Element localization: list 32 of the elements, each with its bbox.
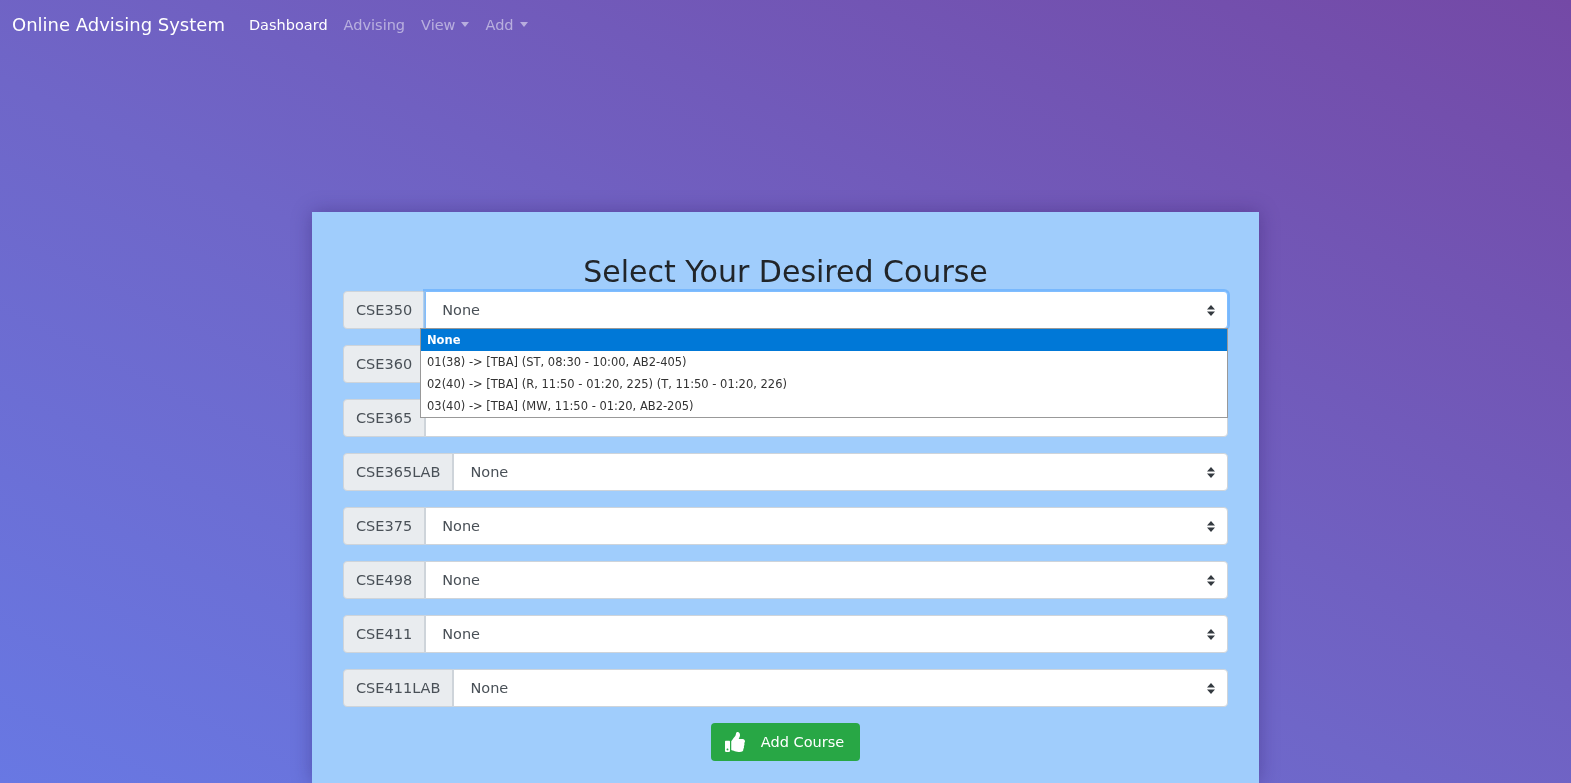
select-arrows-icon bbox=[1207, 520, 1215, 532]
select-arrows-icon bbox=[1207, 304, 1215, 316]
course-select[interactable]: None bbox=[453, 669, 1228, 707]
select-value: None bbox=[470, 680, 509, 696]
select-value: None bbox=[442, 302, 480, 318]
caret-icon bbox=[461, 22, 470, 27]
course-code: CSE350 bbox=[343, 291, 426, 329]
course-select[interactable]: None bbox=[425, 291, 1228, 329]
select-arrows-icon bbox=[1207, 466, 1215, 478]
select-value: None bbox=[442, 626, 480, 642]
course-select[interactable]: None bbox=[425, 615, 1228, 653]
course-code: CSE498 bbox=[343, 561, 426, 599]
course-select[interactable]: None bbox=[425, 507, 1228, 545]
dropdown-option[interactable]: None bbox=[421, 329, 1227, 351]
select-arrows-icon bbox=[1207, 574, 1215, 586]
course-code: CSE365 bbox=[343, 399, 426, 437]
course-select[interactable]: None bbox=[425, 561, 1228, 599]
card-title: Select Your Desired Course bbox=[582, 253, 989, 291]
course-code: CSE411LAB bbox=[343, 669, 454, 707]
course-code: CSE411 bbox=[343, 615, 426, 653]
select-value: None bbox=[442, 518, 480, 534]
course-code: CSE375 bbox=[343, 507, 426, 545]
course-select[interactable]: None bbox=[453, 453, 1228, 491]
caret-icon bbox=[519, 22, 528, 27]
select-value: None bbox=[442, 572, 480, 588]
thumbs-up-icon bbox=[724, 732, 745, 752]
select-arrows-icon bbox=[1207, 682, 1215, 694]
nav-link[interactable]: Dashboard bbox=[248, 16, 328, 33]
select-arrows-icon bbox=[1207, 628, 1215, 640]
course-code: CSE365LAB bbox=[343, 453, 454, 491]
select-value: None bbox=[470, 464, 509, 480]
brand-title[interactable]: Online Advising System bbox=[12, 14, 225, 35]
